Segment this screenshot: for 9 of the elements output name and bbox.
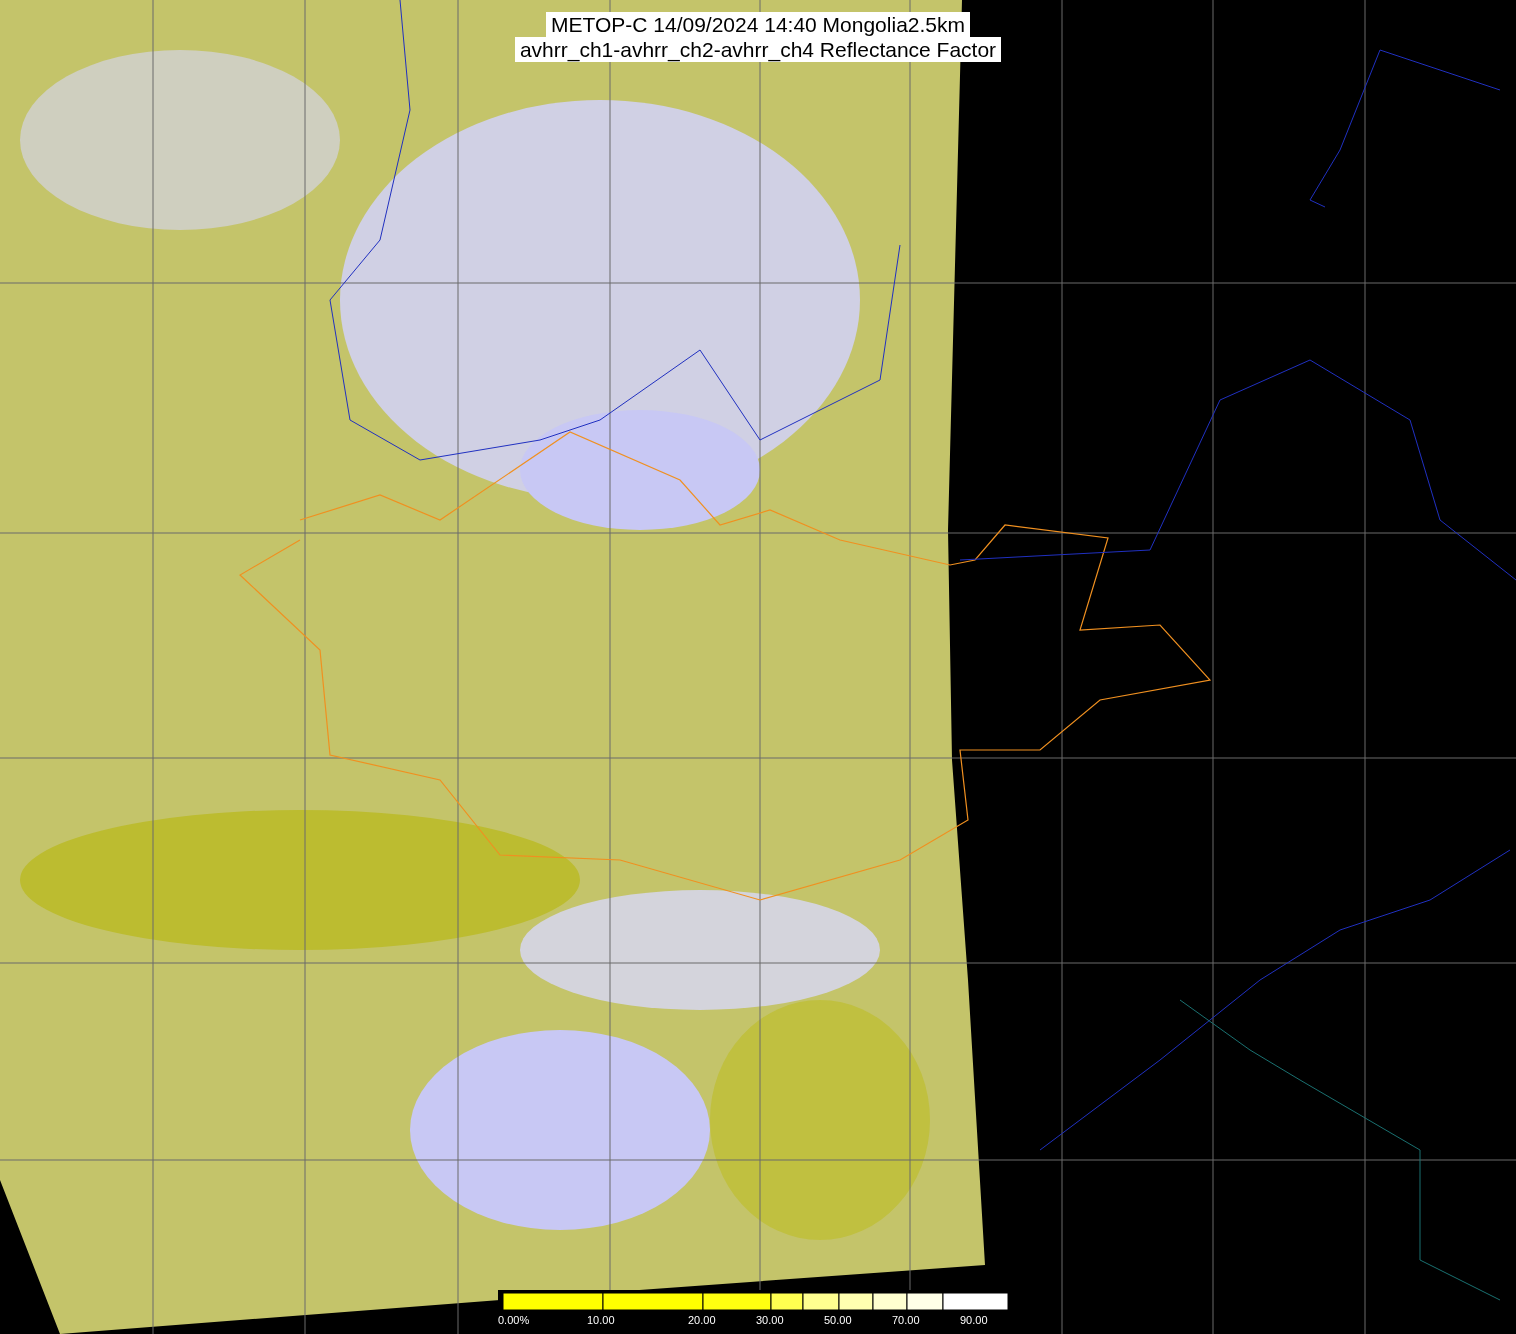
colorbar-label: 0.00% bbox=[498, 1314, 530, 1327]
colorbar-label: 90.00 bbox=[960, 1314, 988, 1327]
colorbar-label: 20.00 bbox=[688, 1314, 716, 1327]
colorbar-label: 10.00 bbox=[587, 1314, 615, 1327]
map-title: METOP-C 14/09/2024 14:40 Mongolia2.5km bbox=[546, 12, 970, 37]
map-title: avhrr_ch1-avhrr_ch2-avhrr_ch4 Reflectance Factor bbox=[514, 37, 1002, 62]
colorbar-label: 50.00 bbox=[824, 1314, 852, 1327]
colorbar-label: 70.00 bbox=[892, 1314, 920, 1327]
colorbar-label: 30.00 bbox=[756, 1314, 784, 1327]
